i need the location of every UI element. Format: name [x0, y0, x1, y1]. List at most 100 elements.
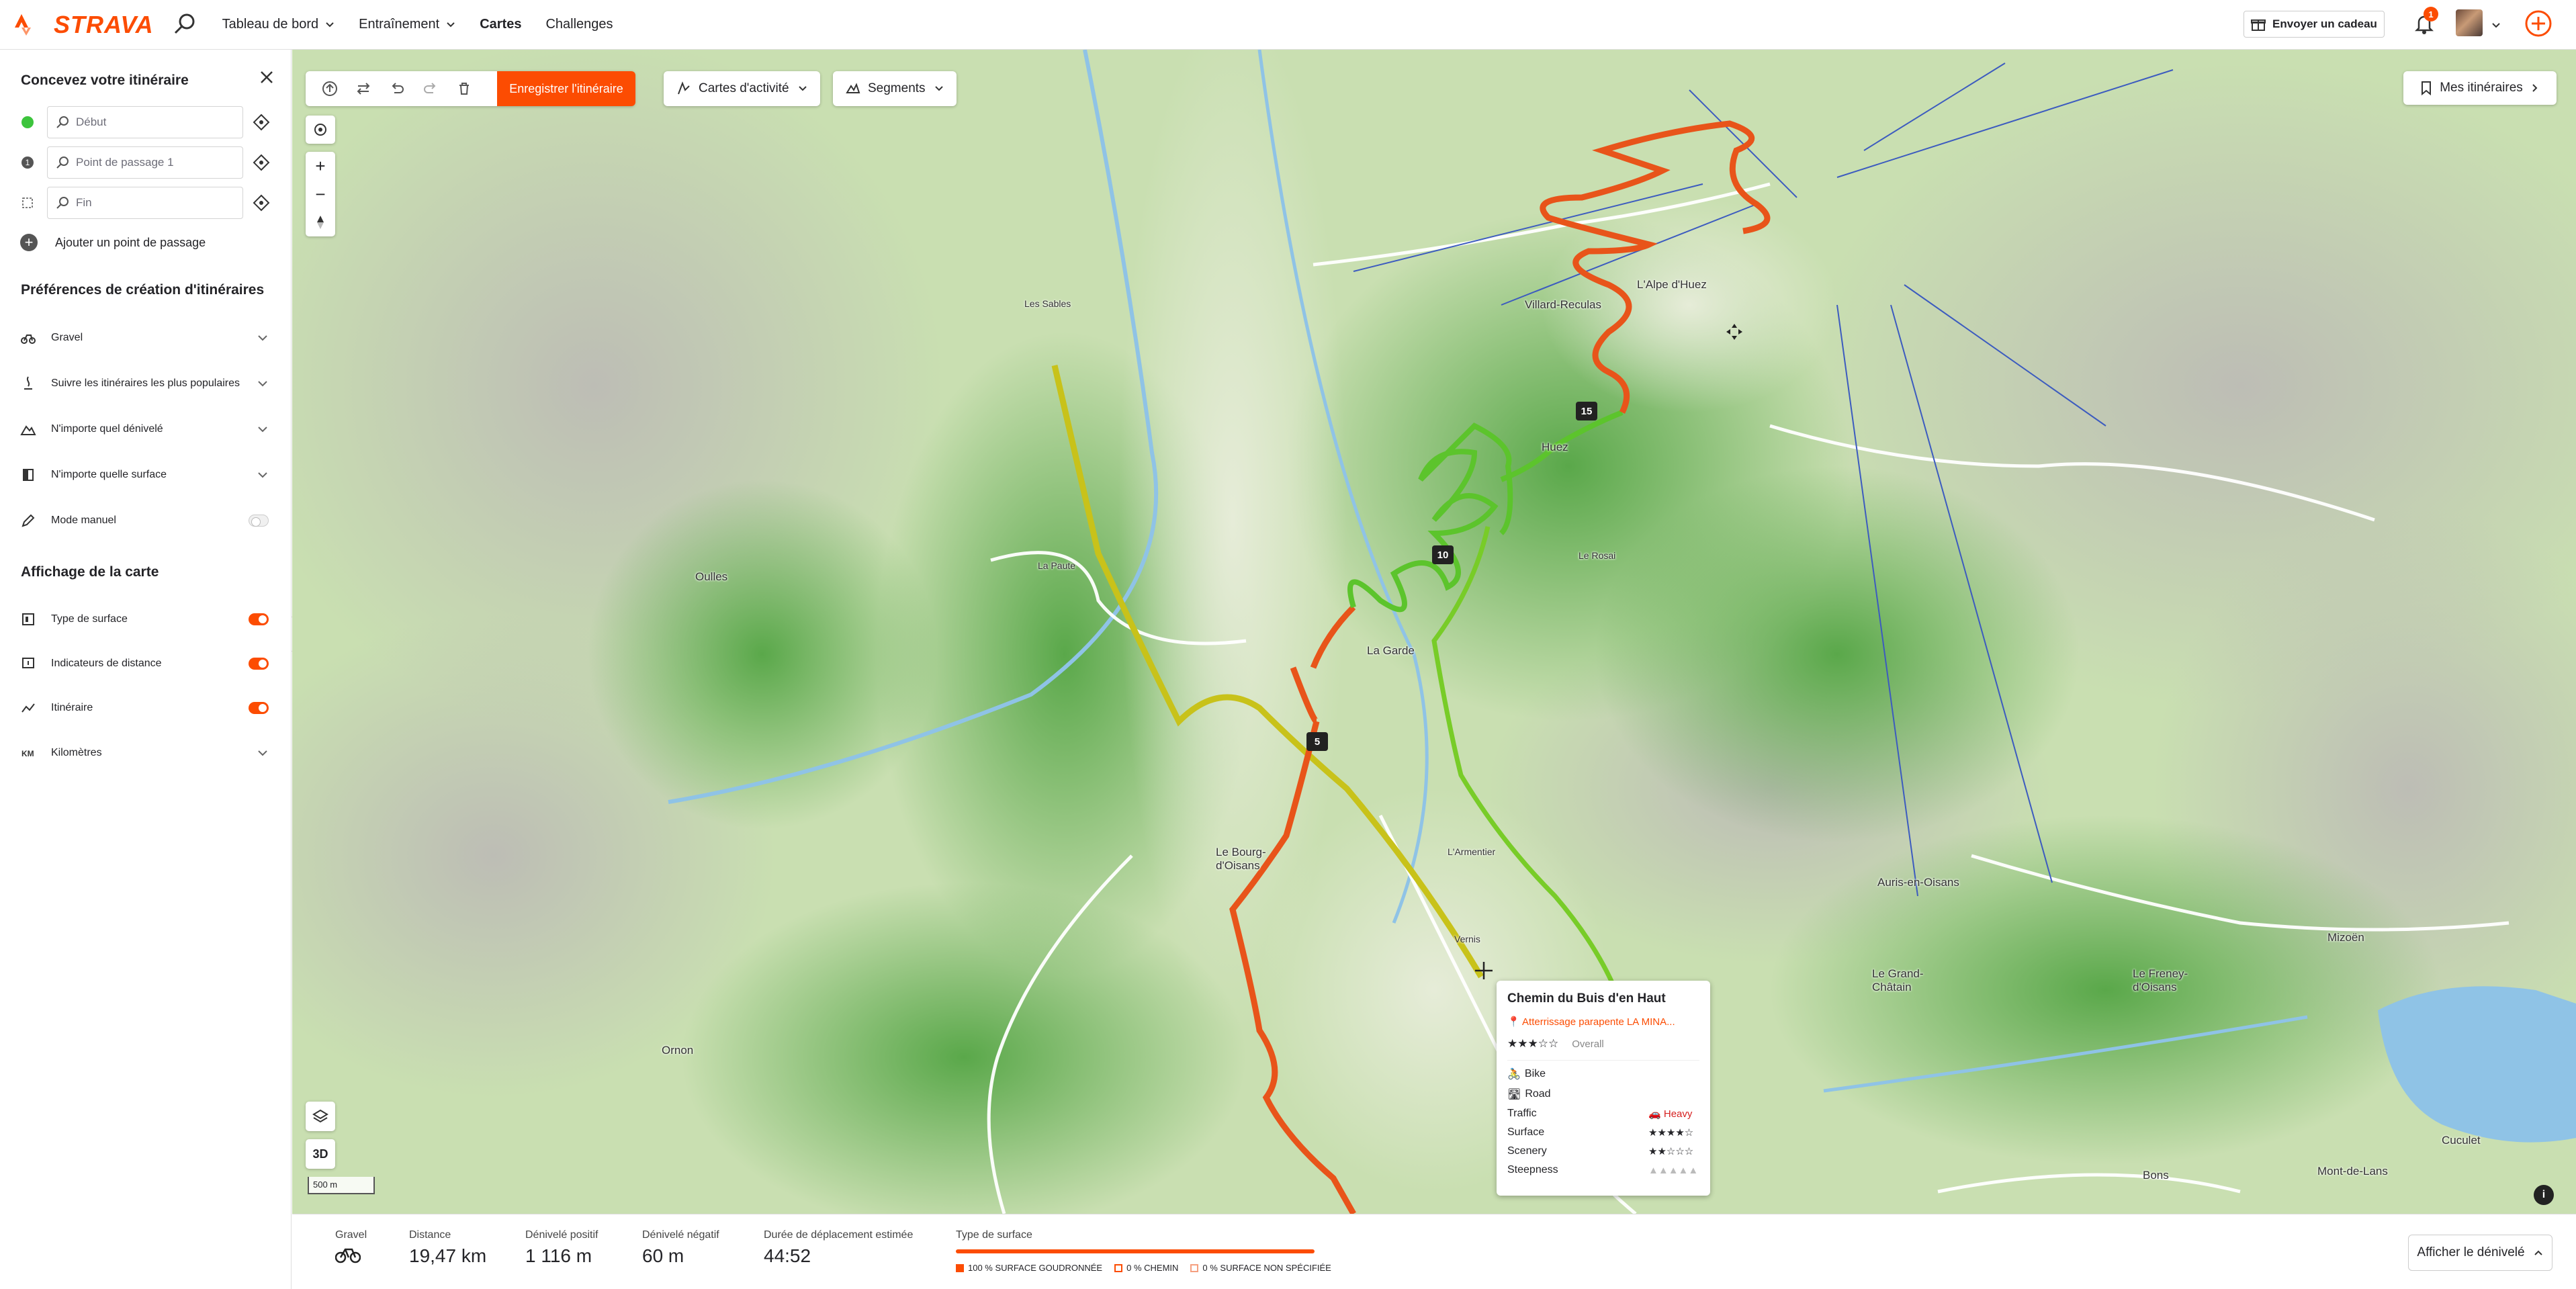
route-icon	[21, 703, 35, 713]
legend-unpaved: 0 % CHEMIN	[1114, 1263, 1178, 1273]
map-scale: 500 m	[308, 1177, 375, 1194]
map-info-icon[interactable]: i	[2534, 1185, 2554, 1205]
place-label: L'Alpe d'Huez	[1637, 278, 1707, 291]
segments-icon	[846, 83, 860, 93]
popup-surface-row: Surface ★★★★☆	[1507, 1126, 1694, 1139]
place-label: Bons	[2143, 1169, 2169, 1182]
surface-icon	[23, 469, 34, 481]
svg-text:KM: KM	[21, 749, 34, 758]
compass-icon[interactable]	[306, 208, 335, 236]
send-gift-button[interactable]: Envoyer un cadeau	[2244, 11, 2385, 38]
stat-distance: Distance 19,47 km	[409, 1229, 487, 1266]
zoom-in-icon[interactable]: +	[306, 152, 335, 180]
legend-paved: 100 % SURFACE GOUDRONNÉE	[956, 1263, 1102, 1273]
nav-dashboard[interactable]: Tableau de bord	[222, 17, 335, 32]
end-input[interactable]: Fin	[47, 187, 243, 219]
finish-flag-icon	[22, 197, 33, 208]
pref-surface[interactable]: N'importe quelle surface	[20, 461, 269, 488]
bike-icon	[21, 335, 36, 344]
strava-logo[interactable]: STRAVA	[12, 11, 154, 39]
avatar[interactable]	[2456, 9, 2483, 36]
locate-me-icon[interactable]	[306, 116, 335, 144]
map-canvas[interactable]: Villard-Reculas L'Alpe d'Huez Huez Les S…	[292, 50, 2576, 1214]
map-terrain	[292, 50, 2576, 1214]
place-label: Ornon	[662, 1044, 694, 1057]
pencil-icon	[21, 514, 35, 527]
locate-target-icon[interactable]	[253, 114, 270, 131]
segment-popup[interactable]: Chemin du Buis d'en Haut 📍 Atterrissage …	[1497, 981, 1710, 1196]
pref-manual-mode[interactable]: Mode manuel	[20, 507, 269, 534]
bookmark-icon	[2422, 81, 2432, 95]
search-icon[interactable]	[171, 11, 198, 38]
popup-location[interactable]: 📍 Atterrissage parapente LA MINA...	[1507, 1016, 1699, 1028]
nav-training[interactable]: Entraînement	[359, 17, 455, 32]
show-elevation-button[interactable]: Afficher le dénivelé	[2408, 1235, 2552, 1271]
my-routes-button[interactable]: Mes itinéraires	[2403, 71, 2557, 105]
map-layers-button[interactable]	[306, 1102, 335, 1131]
bike-icon: 🚴	[1507, 1069, 1521, 1080]
toggle-3d-button[interactable]: 3D	[306, 1139, 335, 1169]
chevron-down-icon	[934, 86, 943, 91]
undo-icon[interactable]	[388, 79, 406, 98]
gift-icon	[2251, 19, 2266, 31]
waypoint-input[interactable]: Point de passage 1	[47, 146, 243, 179]
scenery-rating: ★★☆☆☆	[1648, 1146, 1694, 1157]
upload-route-icon[interactable]	[320, 79, 339, 98]
locate-target-icon[interactable]	[253, 194, 270, 212]
redo-icon[interactable]	[421, 79, 440, 98]
display-route[interactable]: Itinéraire	[20, 695, 269, 721]
popup-road-row: 🛣 Road	[1507, 1088, 1551, 1100]
add-waypoint-button[interactable]: + Ajouter un point de passage	[20, 234, 206, 251]
place-label: Auris-en-Oisans	[1877, 876, 1959, 889]
start-input[interactable]: Début	[47, 106, 243, 138]
zoom-control: + −	[306, 152, 335, 236]
strava-wordmark: STRAVA	[54, 10, 154, 38]
display-surface-type[interactable]: Type de surface	[20, 606, 269, 633]
manual-mode-toggle[interactable]	[249, 515, 269, 527]
locate-target-icon[interactable]	[253, 154, 270, 171]
chevron-down-icon	[326, 21, 334, 27]
road-icon: 🛣	[1507, 1089, 1521, 1100]
elevation-icon	[20, 425, 36, 435]
route-builder-panel: Concevez votre itinéraire Début 1 Point …	[0, 50, 292, 1289]
nav-maps[interactable]: Cartes	[480, 17, 521, 32]
chevron-right-icon	[2532, 84, 2538, 92]
panel-title: Concevez votre itinéraire	[21, 73, 189, 88]
distance-marker-icon	[22, 658, 34, 668]
heatmap-icon	[24, 376, 32, 390]
reverse-route-icon[interactable]	[354, 79, 373, 98]
chevron-down-icon[interactable]	[2491, 20, 2501, 31]
save-route-button[interactable]: Enregistrer l'itinéraire	[497, 71, 635, 106]
pref-popularity[interactable]: Suivre les itinéraires les plus populair…	[20, 370, 269, 397]
place-label: La Garde	[1367, 644, 1415, 657]
locate-control	[306, 116, 335, 144]
popup-overall-row: ★★★☆☆ Overall	[1507, 1037, 1699, 1051]
place-label: Mizoën	[2327, 931, 2364, 944]
pref-sport-type[interactable]: Gravel	[20, 324, 269, 351]
layers-icon	[312, 1109, 328, 1123]
place-label: Le Rosai	[1579, 550, 1616, 561]
create-plus-icon[interactable]	[2524, 9, 2552, 38]
close-icon[interactable]	[258, 69, 275, 86]
pref-elevation[interactable]: N'importe quel dénivelé	[20, 416, 269, 443]
segments-dropdown[interactable]: Segments	[833, 71, 957, 106]
surface-rating: ★★★★☆	[1648, 1127, 1694, 1139]
km-marker-15: 15	[1576, 402, 1597, 420]
activity-maps-dropdown[interactable]: Cartes d'activité	[664, 71, 820, 106]
trash-icon[interactable]	[455, 79, 474, 98]
place-label: Mont-de-Lans	[2317, 1165, 2388, 1177]
popup-traffic-row: Traffic 🚗 Heavy	[1507, 1108, 1693, 1120]
surface-type-toggle[interactable]	[249, 613, 269, 625]
place-label: La Paute	[1038, 560, 1076, 571]
route-toggle[interactable]	[249, 702, 269, 714]
distance-markers-toggle[interactable]	[249, 658, 269, 670]
activity-icon	[678, 81, 690, 95]
nav-challenges[interactable]: Challenges	[545, 17, 613, 32]
chevron-down-icon	[447, 21, 455, 27]
stat-elevation-loss: Dénivelé négatif 60 m	[642, 1229, 719, 1266]
bike-icon	[335, 1248, 361, 1263]
display-units[interactable]: KM Kilomètres	[20, 740, 269, 766]
overall-label: Overall	[1572, 1038, 1604, 1050]
display-distance-markers[interactable]: Indicateurs de distance	[20, 650, 269, 677]
zoom-out-icon[interactable]: −	[306, 180, 335, 208]
